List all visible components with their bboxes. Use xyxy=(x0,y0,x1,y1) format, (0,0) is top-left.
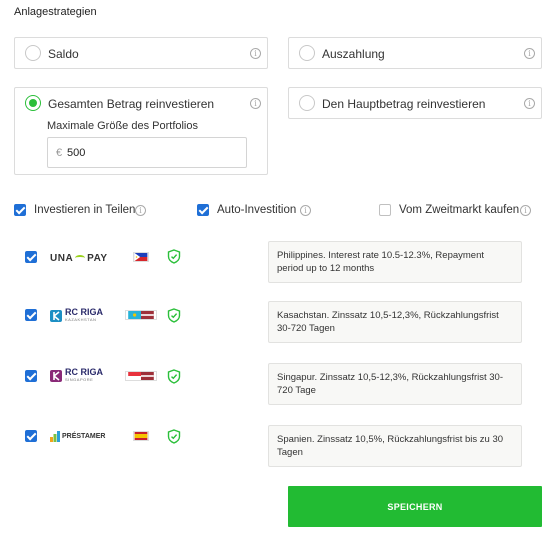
lender-checkbox[interactable] xyxy=(25,370,37,382)
saldo-label: Saldo xyxy=(48,47,79,61)
invest-parts-checkbox[interactable] xyxy=(14,204,26,216)
unapay-swoosh-icon xyxy=(75,255,86,261)
secondary-market-label: Vom Zweitmarkt kaufen xyxy=(399,204,520,216)
info-icon[interactable]: i xyxy=(520,205,531,216)
rc-riga-singapore-logo: RC RIGA SINGAPORE xyxy=(50,368,103,384)
invest-parts-label: Investieren in Teilen xyxy=(34,204,136,216)
option-saldo[interactable]: Saldo i xyxy=(14,37,268,69)
lender-checkbox[interactable] xyxy=(25,430,37,442)
saldo-radio[interactable] xyxy=(25,45,41,61)
kazakhstan-latvia-flag-icon xyxy=(125,310,157,320)
verified-shield-icon xyxy=(167,308,181,323)
verified-shield-icon xyxy=(167,429,181,444)
info-icon[interactable]: i xyxy=(135,205,146,216)
rc-riga-mark-icon xyxy=(50,310,62,322)
auto-invest-checkbox[interactable] xyxy=(197,204,209,216)
reinvest-principal-label: Den Hauptbetrag reinvestieren xyxy=(322,97,486,111)
info-icon[interactable]: i xyxy=(250,48,261,59)
auto-invest-label: Auto-Investition xyxy=(217,204,297,216)
info-icon[interactable]: i xyxy=(524,48,535,59)
reinvest-principal-radio[interactable] xyxy=(299,95,315,111)
info-icon[interactable]: i xyxy=(300,205,311,216)
verified-shield-icon xyxy=(167,369,181,384)
option-auszahlung[interactable]: Auszahlung i xyxy=(288,37,542,69)
option-reinvest-principal[interactable]: Den Hauptbetrag reinvestieren i xyxy=(288,87,542,119)
singapore-latvia-flag-icon xyxy=(125,371,157,381)
save-button[interactable]: SPEICHERN xyxy=(288,486,542,527)
auszahlung-radio[interactable] xyxy=(299,45,315,61)
rc-riga-kazakhstan-logo: RC RIGA KAZAKHSTAN xyxy=(50,308,103,324)
unapay-logo: UNA PAY xyxy=(50,252,108,264)
lender-checkbox[interactable] xyxy=(25,251,37,263)
lender-description: Kasachstan. Zinssatz 10,5-12,3%, Rückzah… xyxy=(268,301,522,343)
lender-checkbox[interactable] xyxy=(25,309,37,321)
portfolio-size-label: Maximale Größe des Portfolios xyxy=(47,120,198,132)
section-title: Anlagestrategien xyxy=(14,6,97,18)
lender-description: Spanien. Zinssatz 10,5%, Rückzahlungsfri… xyxy=(268,425,522,467)
reinvest-all-label: Gesamten Betrag reinvestieren xyxy=(48,97,215,111)
lender-description: Philippines. Interest rate 10.5-12.3%, R… xyxy=(268,241,522,283)
secondary-market-checkbox[interactable] xyxy=(379,204,391,216)
euro-symbol: € xyxy=(56,147,63,159)
spain-flag-icon xyxy=(133,431,149,441)
rc-riga-mark-icon xyxy=(50,370,62,382)
info-icon[interactable]: i xyxy=(250,98,261,109)
info-icon[interactable]: i xyxy=(524,98,535,109)
prestamer-logo: PRÉSTAMER xyxy=(50,428,105,444)
portfolio-size-input[interactable] xyxy=(67,147,227,159)
verified-shield-icon xyxy=(167,249,181,264)
philippines-flag-icon xyxy=(133,252,149,262)
auszahlung-label: Auszahlung xyxy=(322,47,385,61)
portfolio-size-field[interactable]: € xyxy=(47,137,247,168)
lender-description: Singapur. Zinssatz 10,5-12,3%, Rückzahlu… xyxy=(268,363,522,405)
reinvest-all-radio[interactable] xyxy=(25,95,41,111)
prestamer-mark-icon xyxy=(50,431,60,442)
